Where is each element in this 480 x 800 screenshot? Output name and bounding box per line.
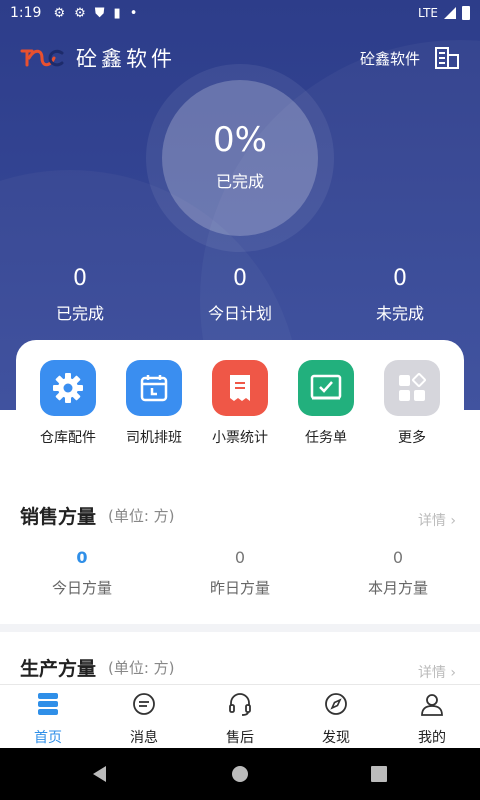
sales-yesterday: 0 昨日方量 (160, 548, 320, 598)
quick-action-warehouse-parts[interactable]: 仓库配件 (24, 360, 112, 447)
quick-actions-card: 仓库配件 司机排班 小票统计 任务单 更多 (16, 340, 464, 470)
quick-action-label: 司机排班 (126, 430, 182, 446)
tab-profile[interactable]: 我的 (384, 691, 480, 747)
stats-row: 0 已完成 0 今日计划 0 未完成 (0, 262, 480, 332)
quick-action-label: 任务单 (305, 430, 347, 446)
user-icon (421, 694, 443, 716)
progress-label: 已完成 (215, 172, 264, 191)
quick-action-driver-schedule[interactable]: 司机排班 (110, 360, 198, 447)
stat-value: 0 (233, 266, 247, 291)
stat-value: 0 (73, 266, 87, 291)
compass-icon (325, 693, 347, 715)
settings-icon: ⚙ (53, 5, 66, 21)
tab-label: 消息 (130, 730, 158, 746)
home-stack-icon (38, 693, 58, 715)
amount-label: 本月方量 (367, 579, 428, 597)
production-details-link[interactable]: 详情 › (418, 662, 456, 682)
dot-icon: • (129, 5, 138, 21)
quick-action-task-order[interactable]: 任务单 (282, 360, 370, 447)
brand-logo-icon (20, 49, 64, 67)
recents-icon[interactable] (369, 764, 389, 784)
system-nav-bar (0, 748, 480, 800)
tab-after-sales[interactable]: 售后 (192, 691, 288, 747)
receipt-icon (212, 360, 268, 416)
stat-unfinished[interactable]: 0 未完成 (320, 262, 480, 324)
quick-action-ticket-stats[interactable]: 小票统计 (196, 360, 284, 447)
calendar-icon (126, 360, 182, 416)
gear-icon (40, 360, 96, 416)
stat-completed[interactable]: 0 已完成 (0, 262, 160, 324)
quick-action-label: 小票统计 (212, 430, 268, 446)
amount-value: 0 (392, 548, 404, 567)
tab-messages[interactable]: 消息 (96, 691, 192, 747)
tab-label: 我的 (418, 730, 446, 746)
amount-label: 昨日方量 (209, 579, 270, 597)
sales-details-link[interactable]: 详情 › (418, 510, 456, 530)
section-title: 生产方量 (20, 658, 97, 680)
status-bar: 1:19 ⚙ ⚙ ⛊ ▮ • LTE (0, 0, 480, 26)
stat-value: 0 (393, 266, 407, 291)
company-switch[interactable]: 砼鑫软件 (360, 48, 420, 69)
sales-volume-section: 销售方量 (单位: 方) 详情 › 0 今日方量 0 昨日方量 0 本月方量 (0, 480, 480, 624)
progress-circle: 0% 已完成 (162, 80, 318, 236)
tab-label: 发现 (322, 730, 350, 746)
settings-icon: ⚙ (74, 5, 86, 21)
back-icon[interactable] (90, 764, 110, 784)
progress-value: 0% (213, 120, 267, 160)
quick-action-label: 更多 (398, 430, 426, 446)
building-icon[interactable] (434, 46, 460, 70)
battery-icon (462, 6, 470, 20)
quick-action-label: 仓库配件 (40, 430, 96, 446)
status-time: 1:19 (10, 5, 42, 21)
signal-icon (444, 7, 456, 19)
shield-icon: ⛊ (94, 5, 105, 21)
amount-value: 0 (76, 548, 88, 567)
quick-action-more[interactable]: 更多 (368, 360, 456, 447)
app-title: 砼鑫软件 (76, 47, 176, 71)
home-icon[interactable] (230, 764, 250, 784)
tab-label: 首页 (34, 730, 62, 746)
section-unit: (单位: 方) (108, 659, 175, 677)
grid-more-icon (384, 360, 440, 416)
section-unit: (单位: 方) (108, 507, 175, 525)
stat-label: 今日计划 (207, 304, 272, 323)
stat-label: 已完成 (55, 304, 104, 323)
message-icon (133, 693, 155, 715)
tab-home[interactable]: 首页 (0, 691, 96, 747)
network-label: LTE (418, 6, 438, 20)
sd-card-icon: ▮ (113, 5, 121, 21)
section-title: 销售方量 (20, 506, 97, 528)
sales-month: 0 本月方量 (318, 548, 478, 598)
bottom-tab-bar: 首页 消息 售后 发现 我的 (0, 684, 480, 748)
amount-value: 0 (234, 548, 246, 567)
tab-label: 售后 (226, 730, 254, 746)
headset-icon (229, 693, 251, 716)
stat-label: 未完成 (375, 304, 424, 323)
stat-today-plan[interactable]: 0 今日计划 (160, 262, 320, 324)
task-check-icon (298, 360, 354, 416)
tab-discover[interactable]: 发现 (288, 691, 384, 747)
production-volume-section: 生产方量 (单位: 方) 详情 › (0, 632, 480, 688)
amount-label: 今日方量 (51, 579, 112, 597)
sales-today: 0 今日方量 (2, 548, 162, 598)
